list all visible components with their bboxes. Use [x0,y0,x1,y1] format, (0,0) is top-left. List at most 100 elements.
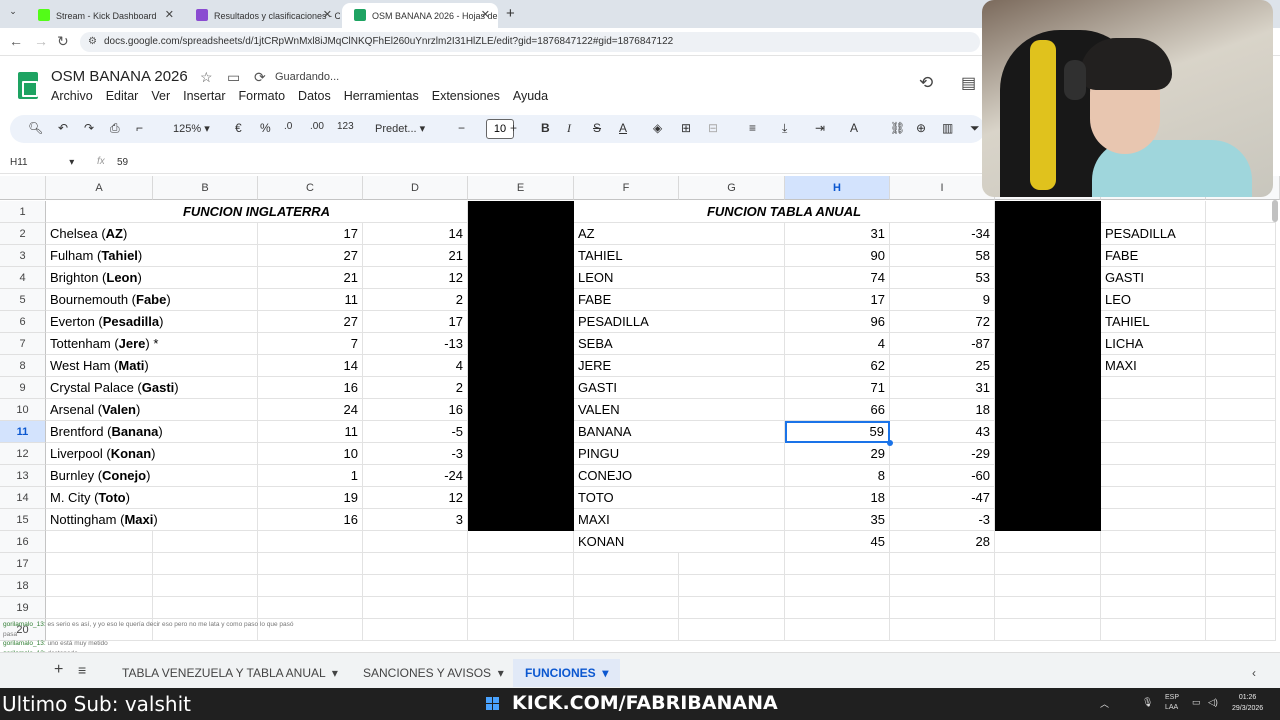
annual-diff-cell[interactable]: 53 [890,267,995,289]
menu-archivo[interactable]: Archivo [51,89,93,103]
annual-diff-cell[interactable]: -87 [890,333,995,355]
font-size-decrease-icon[interactable]: − [458,121,465,135]
grid-cell[interactable] [1206,465,1276,487]
team-cell[interactable]: Tottenham (Jere) * [46,333,258,355]
windows-start-icon[interactable] [486,697,500,711]
formula-input[interactable]: 59 [117,157,128,168]
row-header-4[interactable]: 4 [0,267,46,289]
grid-cell[interactable] [1206,421,1276,443]
points-cell[interactable]: 17 [258,223,363,245]
row-header-16[interactable]: 16 [0,531,46,553]
annual-diff-cell[interactable]: 28 [890,531,995,553]
site-info-icon[interactable]: ⚙ [88,32,97,52]
menu-herramientas[interactable]: Herramientas [344,89,419,103]
grid-cell[interactable] [1206,201,1276,223]
row-header-5[interactable]: 5 [0,289,46,311]
black-separator-cell[interactable] [995,377,1101,399]
grid-cell[interactable] [890,619,995,641]
annual-diff-cell[interactable]: -34 [890,223,995,245]
undo-icon[interactable]: ↶ [58,121,68,135]
black-separator-cell[interactable] [468,355,574,377]
black-separator-cell[interactable] [995,289,1101,311]
points-cell[interactable]: 11 [258,421,363,443]
diff-cell[interactable]: 17 [363,311,468,333]
grid-cell[interactable] [574,575,679,597]
player-name-cell[interactable]: JERE [574,355,785,377]
points-cell[interactable]: 27 [258,311,363,333]
search-menus-icon[interactable]: 🔍︎ [28,121,43,135]
close-icon[interactable]: ✕ [165,8,174,21]
strikethrough-icon[interactable]: S [593,121,601,135]
grid-cell[interactable] [574,619,679,641]
grid-cell[interactable] [1101,597,1206,619]
black-separator-cell[interactable] [468,509,574,531]
black-separator-cell[interactable] [468,289,574,311]
row-header-17[interactable]: 17 [0,553,46,575]
player-name-cell[interactable]: TAHIEL [574,245,785,267]
points-cell[interactable]: 10 [258,443,363,465]
all-sheets-icon[interactable]: ≡ [78,662,86,678]
player-name-cell[interactable]: MAXI [574,509,785,531]
grid-cell[interactable] [1206,399,1276,421]
diff-cell[interactable]: -13 [363,333,468,355]
grid-cell[interactable] [363,597,468,619]
player-name-cell[interactable]: BANANA [574,421,785,443]
annual-points-cell[interactable]: 74 [785,267,890,289]
diff-cell[interactable]: 21 [363,245,468,267]
row-header-14[interactable]: 14 [0,487,46,509]
grid-cell[interactable] [468,575,574,597]
grid-cell[interactable] [785,553,890,575]
sheets-logo-icon[interactable] [18,72,38,99]
team-cell[interactable]: Bournemouth (Fabe) [46,289,258,311]
row-header-8[interactable]: 8 [0,355,46,377]
grid-cell[interactable] [1206,223,1276,245]
url-field[interactable]: ⚙ docs.google.com/spreadsheets/d/1jtCRpW… [80,32,980,52]
merge-cells-icon[interactable]: ⊟ [708,121,718,135]
text-color-icon[interactable]: A [619,121,627,135]
column-header-a[interactable]: A [46,176,153,200]
annual-points-cell[interactable]: 4 [785,333,890,355]
side-list-cell[interactable]: FABE [1101,245,1206,267]
document-title[interactable]: OSM BANANA 2026 [51,68,188,85]
annual-diff-cell[interactable]: -3 [890,509,995,531]
annual-points-cell[interactable]: 17 [785,289,890,311]
points-cell[interactable]: 24 [258,399,363,421]
annual-points-cell[interactable]: 66 [785,399,890,421]
grid-cell[interactable] [1206,377,1276,399]
decrease-decimals-button[interactable]: .0 [284,121,292,132]
new-tab-icon[interactable]: + [506,5,515,22]
diff-cell[interactable]: 3 [363,509,468,531]
black-separator-cell[interactable] [995,311,1101,333]
insert-link-icon[interactable]: ⛓ [890,121,905,135]
black-separator-cell[interactable] [995,201,1101,223]
annual-points-cell[interactable]: 45 [785,531,890,553]
black-separator-cell[interactable] [995,223,1101,245]
player-name-cell[interactable]: CONEJO [574,465,785,487]
black-separator-cell[interactable] [995,509,1101,531]
vertical-scrollbar[interactable] [1272,200,1278,222]
grid-cell[interactable] [153,575,258,597]
menu-editar[interactable]: Editar [106,89,139,103]
history-icon[interactable]: ⟲ [919,73,933,93]
grid-cell[interactable] [153,531,258,553]
grid-cell[interactable] [46,531,153,553]
black-separator-cell[interactable] [468,201,574,223]
grid-cell[interactable] [1101,575,1206,597]
grid-cell[interactable] [890,597,995,619]
points-cell[interactable]: 1 [258,465,363,487]
column-header-d[interactable]: D [363,176,468,200]
row-header-2[interactable]: 2 [0,223,46,245]
browser-tab-resultados[interactable]: Resultados y clasificaciones - C ✕ [184,3,340,28]
black-separator-cell[interactable] [468,443,574,465]
italic-icon[interactable]: I [567,121,571,136]
row-header-10[interactable]: 10 [0,399,46,421]
annual-diff-cell[interactable]: 58 [890,245,995,267]
player-name-cell[interactable]: GASTI [574,377,785,399]
team-cell[interactable]: Brighton (Leon) [46,267,258,289]
grid-cell[interactable] [46,597,153,619]
column-header-b[interactable]: B [153,176,258,200]
grid-cell[interactable] [1101,531,1206,553]
points-cell[interactable]: 19 [258,487,363,509]
black-separator-cell[interactable] [468,465,574,487]
grid-cell[interactable] [468,531,574,553]
